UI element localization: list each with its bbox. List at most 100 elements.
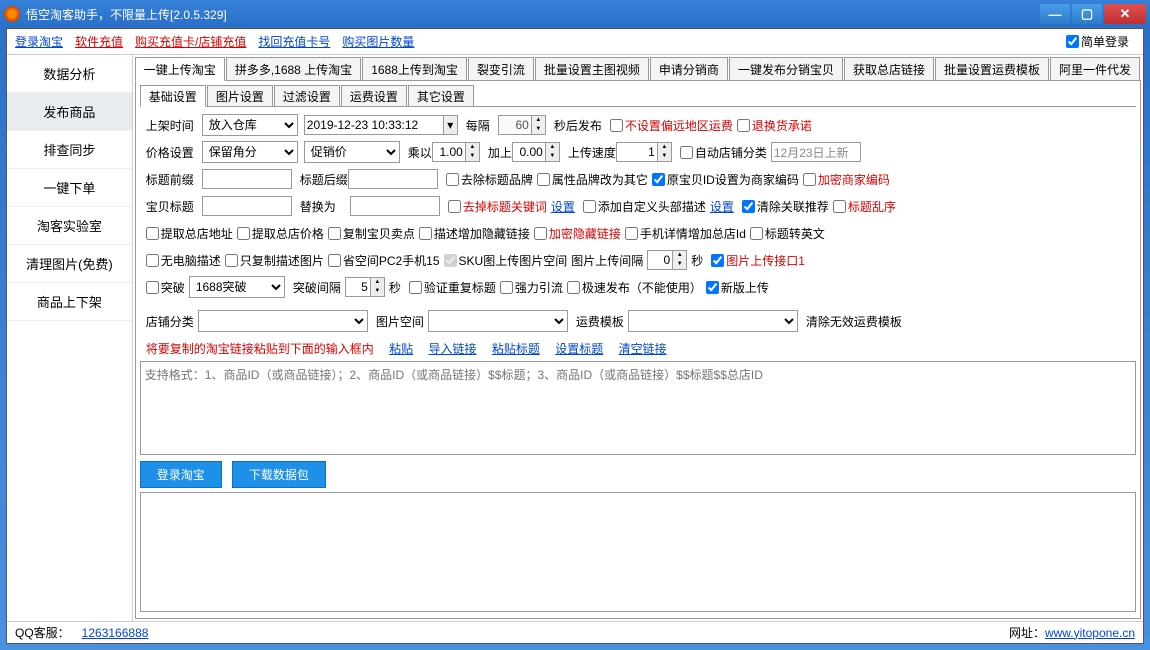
clear-link[interactable]: 清空链接 bbox=[619, 342, 667, 356]
upload-if1-checkbox[interactable]: 图片上传接口1 bbox=[711, 252, 805, 269]
promo-select[interactable]: 促销价 bbox=[304, 141, 400, 163]
break-spinner[interactable]: ▲▼ bbox=[345, 277, 385, 297]
login-taobao-link[interactable]: 登录淘宝 bbox=[15, 33, 63, 50]
minimize-button[interactable]: — bbox=[1040, 4, 1070, 24]
buy-img-qty-link[interactable]: 购买图片数量 bbox=[342, 33, 414, 50]
tab-ali-dropship[interactable]: 阿里一件代发 bbox=[1050, 57, 1140, 80]
log-textarea[interactable] bbox=[140, 492, 1136, 612]
tab-1688-taobao[interactable]: 1688上传到淘宝 bbox=[362, 57, 467, 80]
sec-publish-label: 秒后发布 bbox=[554, 117, 602, 134]
encrypt-hide-checkbox[interactable]: 加密隐藏链接 bbox=[534, 225, 621, 242]
rm-brand-checkbox[interactable]: 去除标题品牌 bbox=[446, 171, 533, 188]
get-addr-checkbox[interactable]: 提取总店地址 bbox=[146, 225, 233, 242]
set-title-link[interactable]: 设置标题 bbox=[555, 342, 603, 356]
fee-tpl-select[interactable] bbox=[628, 310, 798, 332]
tab-fee[interactable]: 运费设置 bbox=[341, 85, 407, 106]
import-link[interactable]: 导入链接 bbox=[429, 342, 477, 356]
item-title-input[interactable] bbox=[202, 196, 292, 216]
paste-title-link[interactable]: 粘贴标题 bbox=[492, 342, 540, 356]
orig-id-checkbox[interactable]: 原宝贝ID设置为商家编码 bbox=[652, 171, 799, 188]
warehouse-select[interactable]: 放入仓库 bbox=[202, 114, 298, 136]
mul-spinner[interactable]: ▲▼ bbox=[432, 142, 480, 162]
sidebar-item-lab[interactable]: 淘客实验室 bbox=[7, 207, 132, 245]
maximize-button[interactable]: ▢ bbox=[1072, 4, 1102, 24]
datetime-input[interactable] bbox=[304, 115, 444, 135]
tab-upload-taobao[interactable]: 一键上传淘宝 bbox=[135, 57, 225, 81]
rm-kw-checkbox[interactable]: 去掉标题关键词 bbox=[448, 198, 547, 215]
strong-checkbox[interactable]: 强力引流 bbox=[500, 279, 563, 296]
site-link[interactable]: www.yitopone.cn bbox=[1045, 626, 1135, 640]
add-head-checkbox[interactable]: 添加自定义头部描述 bbox=[583, 198, 706, 215]
simple-login-checkbox[interactable]: 简单登录 bbox=[1066, 33, 1129, 50]
break-checkbox[interactable]: 突破 bbox=[146, 279, 185, 296]
auto-cat-checkbox[interactable]: 自动店铺分类 bbox=[680, 144, 767, 161]
sec-label: 秒 bbox=[691, 252, 703, 269]
sidebar-item-shelf[interactable]: 商品上下架 bbox=[7, 283, 132, 321]
tab-get-link[interactable]: 获取总店链接 bbox=[844, 57, 934, 80]
qq-number-link[interactable]: 1263166888 bbox=[82, 626, 149, 640]
clear-invalid-link[interactable]: 清除无效运费模板 bbox=[806, 313, 902, 330]
sidebar-item-publish[interactable]: 发布商品 bbox=[7, 93, 132, 131]
title-shuffle-checkbox[interactable]: 标题乱序 bbox=[833, 198, 896, 215]
no-remote-fee-checkbox[interactable]: 不设置偏远地区运费 bbox=[610, 117, 733, 134]
buy-card-link[interactable]: 购买充值卡/店铺充值 bbox=[135, 33, 246, 50]
save-pc2-checkbox[interactable]: 省空间PC2手机15 bbox=[328, 252, 440, 269]
img-interval-spinner[interactable]: ▲▼ bbox=[647, 250, 687, 270]
sidebar-item-sync[interactable]: 排查同步 bbox=[7, 131, 132, 169]
title-en-checkbox[interactable]: 标题转英文 bbox=[750, 225, 825, 242]
only-img-checkbox[interactable]: 只复制描述图片 bbox=[225, 252, 324, 269]
attr-other-checkbox[interactable]: 属性品牌改为其它 bbox=[537, 171, 648, 188]
tab-fission[interactable]: 裂变引流 bbox=[468, 57, 534, 80]
encrypt-code-checkbox[interactable]: 加密商家编码 bbox=[803, 171, 890, 188]
keep-jiao-select[interactable]: 保留角分 bbox=[202, 141, 298, 163]
date-new-input[interactable] bbox=[771, 142, 861, 162]
links-textarea[interactable] bbox=[140, 361, 1136, 455]
add-spinner[interactable]: ▲▼ bbox=[512, 142, 560, 162]
clear-rec-checkbox[interactable]: 清除关联推荐 bbox=[742, 198, 829, 215]
add-label: 加上 bbox=[488, 144, 512, 161]
tab-fee-tpl[interactable]: 批量设置运费模板 bbox=[935, 57, 1049, 80]
tab-basic[interactable]: 基础设置 bbox=[140, 85, 206, 107]
datetime-spin[interactable]: ▾ bbox=[444, 115, 458, 135]
soft-recharge-link[interactable]: 软件充值 bbox=[75, 33, 123, 50]
tab-publish-dist[interactable]: 一键发布分销宝贝 bbox=[729, 57, 843, 80]
detail-total-checkbox[interactable]: 手机详情增加总店Id bbox=[625, 225, 746, 242]
download-pack-button[interactable]: 下载数据包 bbox=[232, 461, 326, 488]
close-button[interactable]: ✕ bbox=[1104, 4, 1146, 24]
new-ver-checkbox[interactable]: 新版上传 bbox=[706, 279, 769, 296]
sku-img-checkbox[interactable]: SKU图上传图片空间 bbox=[444, 252, 568, 269]
sidebar-item-order[interactable]: 一键下单 bbox=[7, 169, 132, 207]
break-select[interactable]: 1688突破 bbox=[189, 276, 285, 298]
tab-filter[interactable]: 过滤设置 bbox=[274, 85, 340, 106]
desc-hide-checkbox[interactable]: 描述增加隐藏链接 bbox=[419, 225, 530, 242]
tab-other[interactable]: 其它设置 bbox=[408, 85, 474, 106]
replace-input[interactable] bbox=[350, 196, 440, 216]
shop-cat-select[interactable] bbox=[198, 310, 368, 332]
sidebar-item-cleanimg[interactable]: 清理图片(免费) bbox=[7, 245, 132, 283]
shop-cat-label: 店铺分类 bbox=[146, 313, 194, 330]
set-kw-link[interactable]: 设置 bbox=[551, 198, 575, 215]
tab-image[interactable]: 图片设置 bbox=[207, 85, 273, 106]
prefix-input[interactable] bbox=[202, 169, 292, 189]
paste-link[interactable]: 粘贴 bbox=[389, 342, 413, 356]
copy-point-checkbox[interactable]: 复制宝贝卖点 bbox=[328, 225, 415, 242]
return-promise-checkbox[interactable]: 退换货承诺 bbox=[737, 117, 812, 134]
interval-spinner[interactable]: ▲▼ bbox=[498, 115, 546, 135]
tab-pdd-1688[interactable]: 拼多多,1688 上传淘宝 bbox=[226, 57, 361, 80]
verify-dup-checkbox[interactable]: 验证重复标题 bbox=[409, 279, 496, 296]
interval-label: 每隔 bbox=[466, 117, 490, 134]
find-card-link[interactable]: 找回充值卡号 bbox=[258, 33, 330, 50]
set-head-link[interactable]: 设置 bbox=[710, 198, 734, 215]
suffix-input[interactable] bbox=[348, 169, 438, 189]
tab-distributor[interactable]: 申请分销商 bbox=[650, 57, 728, 80]
get-price-checkbox[interactable]: 提取总店价格 bbox=[237, 225, 324, 242]
sidebar-item-analysis[interactable]: 数据分析 bbox=[7, 55, 132, 93]
no-pc-checkbox[interactable]: 无电脑描述 bbox=[146, 252, 221, 269]
speed-spinner[interactable]: ▲▼ bbox=[616, 142, 672, 162]
login-taobao-button[interactable]: 登录淘宝 bbox=[140, 461, 222, 488]
tab-video[interactable]: 批量设置主图视频 bbox=[535, 57, 649, 80]
qq-label: QQ客服： bbox=[15, 624, 70, 641]
replace-label: 替换为 bbox=[300, 198, 336, 215]
img-space-select[interactable] bbox=[428, 310, 568, 332]
fast-pub-checkbox[interactable]: 极速发布（不能使用） bbox=[567, 279, 702, 296]
